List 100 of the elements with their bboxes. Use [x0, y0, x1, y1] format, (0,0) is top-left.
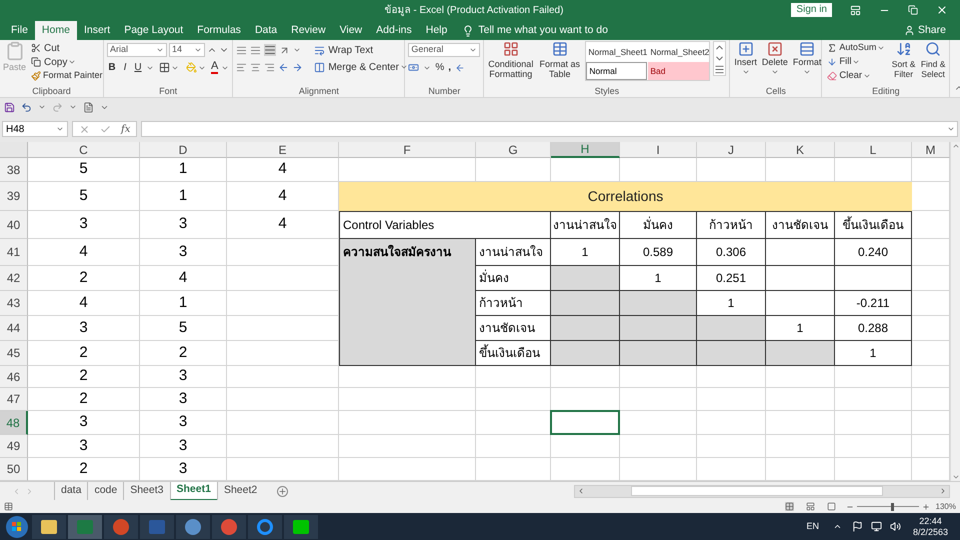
- font-size-dropdown[interactable]: 14: [169, 43, 205, 57]
- bottom-align-icon[interactable]: [264, 44, 276, 56]
- scrollbar-thumb[interactable]: [631, 486, 883, 496]
- zoom-in-icon[interactable]: [922, 502, 930, 510]
- underline-button[interactable]: U: [133, 60, 143, 75]
- save-icon[interactable]: [4, 102, 15, 112]
- orientation-icon[interactable]: [279, 44, 290, 56]
- close-icon[interactable]: [936, 4, 948, 16]
- share-button[interactable]: Share: [904, 21, 960, 40]
- cell-style-option[interactable]: Normal_Sheet1: [586, 42, 648, 62]
- row-header[interactable]: 50: [0, 458, 28, 481]
- row-header[interactable]: 43: [0, 291, 28, 316]
- middle-align-icon[interactable]: [250, 44, 262, 56]
- undo-icon[interactable]: [21, 102, 32, 112]
- name-box[interactable]: H48: [2, 121, 68, 137]
- increase-decimal-icon[interactable]: [455, 62, 466, 72]
- merge-center-button[interactable]: Merge & Center: [312, 60, 410, 74]
- cells-button[interactable]: Insert: [733, 41, 758, 76]
- ribbon-tab[interactable]: Page Layout: [117, 21, 190, 40]
- flag-icon[interactable]: [852, 521, 863, 532]
- column-header[interactable]: M: [912, 142, 950, 158]
- align-right-icon[interactable]: [264, 62, 276, 72]
- column-header[interactable]: F: [339, 142, 476, 158]
- presentation-app-icon[interactable]: [112, 518, 130, 536]
- find-select-button[interactable]: Find & Select: [920, 41, 946, 79]
- enter-icon[interactable]: [100, 124, 111, 134]
- ribbon-tab[interactable]: Insert: [76, 21, 118, 40]
- more-styles-icon[interactable]: [714, 64, 726, 75]
- zoom-slider-thumb[interactable]: [890, 502, 894, 510]
- selected-cell[interactable]: [550, 410, 620, 435]
- top-align-icon[interactable]: [236, 44, 248, 56]
- column-header[interactable]: D: [140, 142, 227, 158]
- show-hidden-icons-icon[interactable]: [832, 522, 842, 531]
- row-header[interactable]: 40: [0, 211, 28, 239]
- column-header[interactable]: G: [476, 142, 551, 158]
- italic-button[interactable]: I: [120, 60, 130, 75]
- row-header[interactable]: 41: [0, 239, 28, 266]
- wrap-text-button[interactable]: Wrap Text: [312, 43, 375, 57]
- row-header[interactable]: 47: [0, 388, 28, 411]
- comma-button[interactable]: ,: [448, 60, 452, 75]
- column-header[interactable]: I: [620, 142, 697, 158]
- fill-button[interactable]: Fill: [825, 55, 888, 69]
- ribbon-tab[interactable]: Formulas: [190, 21, 248, 40]
- row-header[interactable]: 48: [0, 411, 28, 435]
- row-header[interactable]: 38: [0, 158, 28, 182]
- cell-style-option[interactable]: Normal_Sheet2: [648, 42, 710, 62]
- decrease-indent-icon[interactable]: [278, 62, 290, 72]
- insert-function-button[interactable]: fx: [121, 122, 130, 136]
- font-color-button[interactable]: A: [211, 61, 218, 74]
- format-painter-button[interactable]: Format Painter: [29, 69, 105, 83]
- align-center-icon[interactable]: [250, 62, 262, 72]
- formula-input[interactable]: [141, 121, 958, 137]
- sort-filter-button[interactable]: Sort & Filter: [890, 41, 917, 79]
- page-break-view-icon[interactable]: [826, 502, 836, 511]
- clear-button[interactable]: Clear: [825, 69, 888, 83]
- form-icon[interactable]: [83, 102, 94, 112]
- clock[interactable]: 22:44 8/2/2563: [912, 516, 948, 538]
- ribbon-tab[interactable]: Review: [284, 21, 333, 40]
- row-header[interactable]: 44: [0, 316, 28, 341]
- copy-button[interactable]: Copy: [29, 55, 105, 69]
- row-header[interactable]: 46: [0, 366, 28, 388]
- browser-icon[interactable]: [220, 518, 238, 536]
- row-header[interactable]: 45: [0, 341, 28, 366]
- ribbon-tab[interactable]: Add-ins: [369, 21, 419, 40]
- network-icon[interactable]: [870, 521, 882, 532]
- volume-icon[interactable]: [890, 521, 901, 532]
- increase-indent-icon[interactable]: [292, 62, 304, 72]
- scroll-down-icon[interactable]: [952, 473, 960, 481]
- cancel-icon[interactable]: [79, 124, 90, 134]
- zoom-level[interactable]: 130%: [936, 500, 956, 512]
- column-header[interactable]: J: [697, 142, 766, 158]
- row-header[interactable]: 39: [0, 182, 28, 211]
- ribbon-tab[interactable]: Help: [418, 21, 454, 40]
- cells-button[interactable]: Delete: [760, 41, 789, 76]
- tell-me-search[interactable]: Tell me what you want to do: [478, 22, 608, 38]
- page-layout-view-icon[interactable]: [806, 502, 815, 511]
- horizontal-scrollbar[interactable]: [574, 484, 950, 498]
- number-format-dropdown[interactable]: General: [408, 43, 480, 57]
- restore-icon[interactable]: [908, 5, 918, 15]
- ribbon-tab[interactable]: View: [332, 21, 370, 40]
- globe-app-icon[interactable]: [184, 518, 202, 536]
- column-header[interactable]: H: [551, 142, 620, 158]
- currency-icon[interactable]: [408, 62, 420, 73]
- add-sheet-icon[interactable]: [277, 486, 288, 496]
- conditional-formatting-button[interactable]: Conditional Formatting: [487, 41, 534, 79]
- ribbon-tab[interactable]: File: [4, 21, 35, 40]
- sheet-tab[interactable]: Sheet1: [170, 482, 217, 500]
- format-as-table-button[interactable]: Format as Table: [537, 41, 582, 79]
- vertical-scrollbar[interactable]: [950, 142, 960, 481]
- start-button[interactable]: [4, 514, 30, 538]
- align-left-icon[interactable]: [236, 62, 248, 72]
- percent-button[interactable]: %: [435, 60, 444, 75]
- macro-recording-icon[interactable]: [4, 502, 13, 511]
- folder-icon[interactable]: [40, 518, 58, 536]
- ribbon-display-icon[interactable]: [850, 4, 861, 16]
- column-header[interactable]: E: [227, 142, 339, 158]
- cell-style-option[interactable]: Normal: [586, 62, 648, 80]
- ribbon-tab[interactable]: Home: [34, 21, 77, 40]
- language-indicator[interactable]: EN: [806, 520, 819, 534]
- autosum-button[interactable]: AutoSum: [825, 41, 888, 55]
